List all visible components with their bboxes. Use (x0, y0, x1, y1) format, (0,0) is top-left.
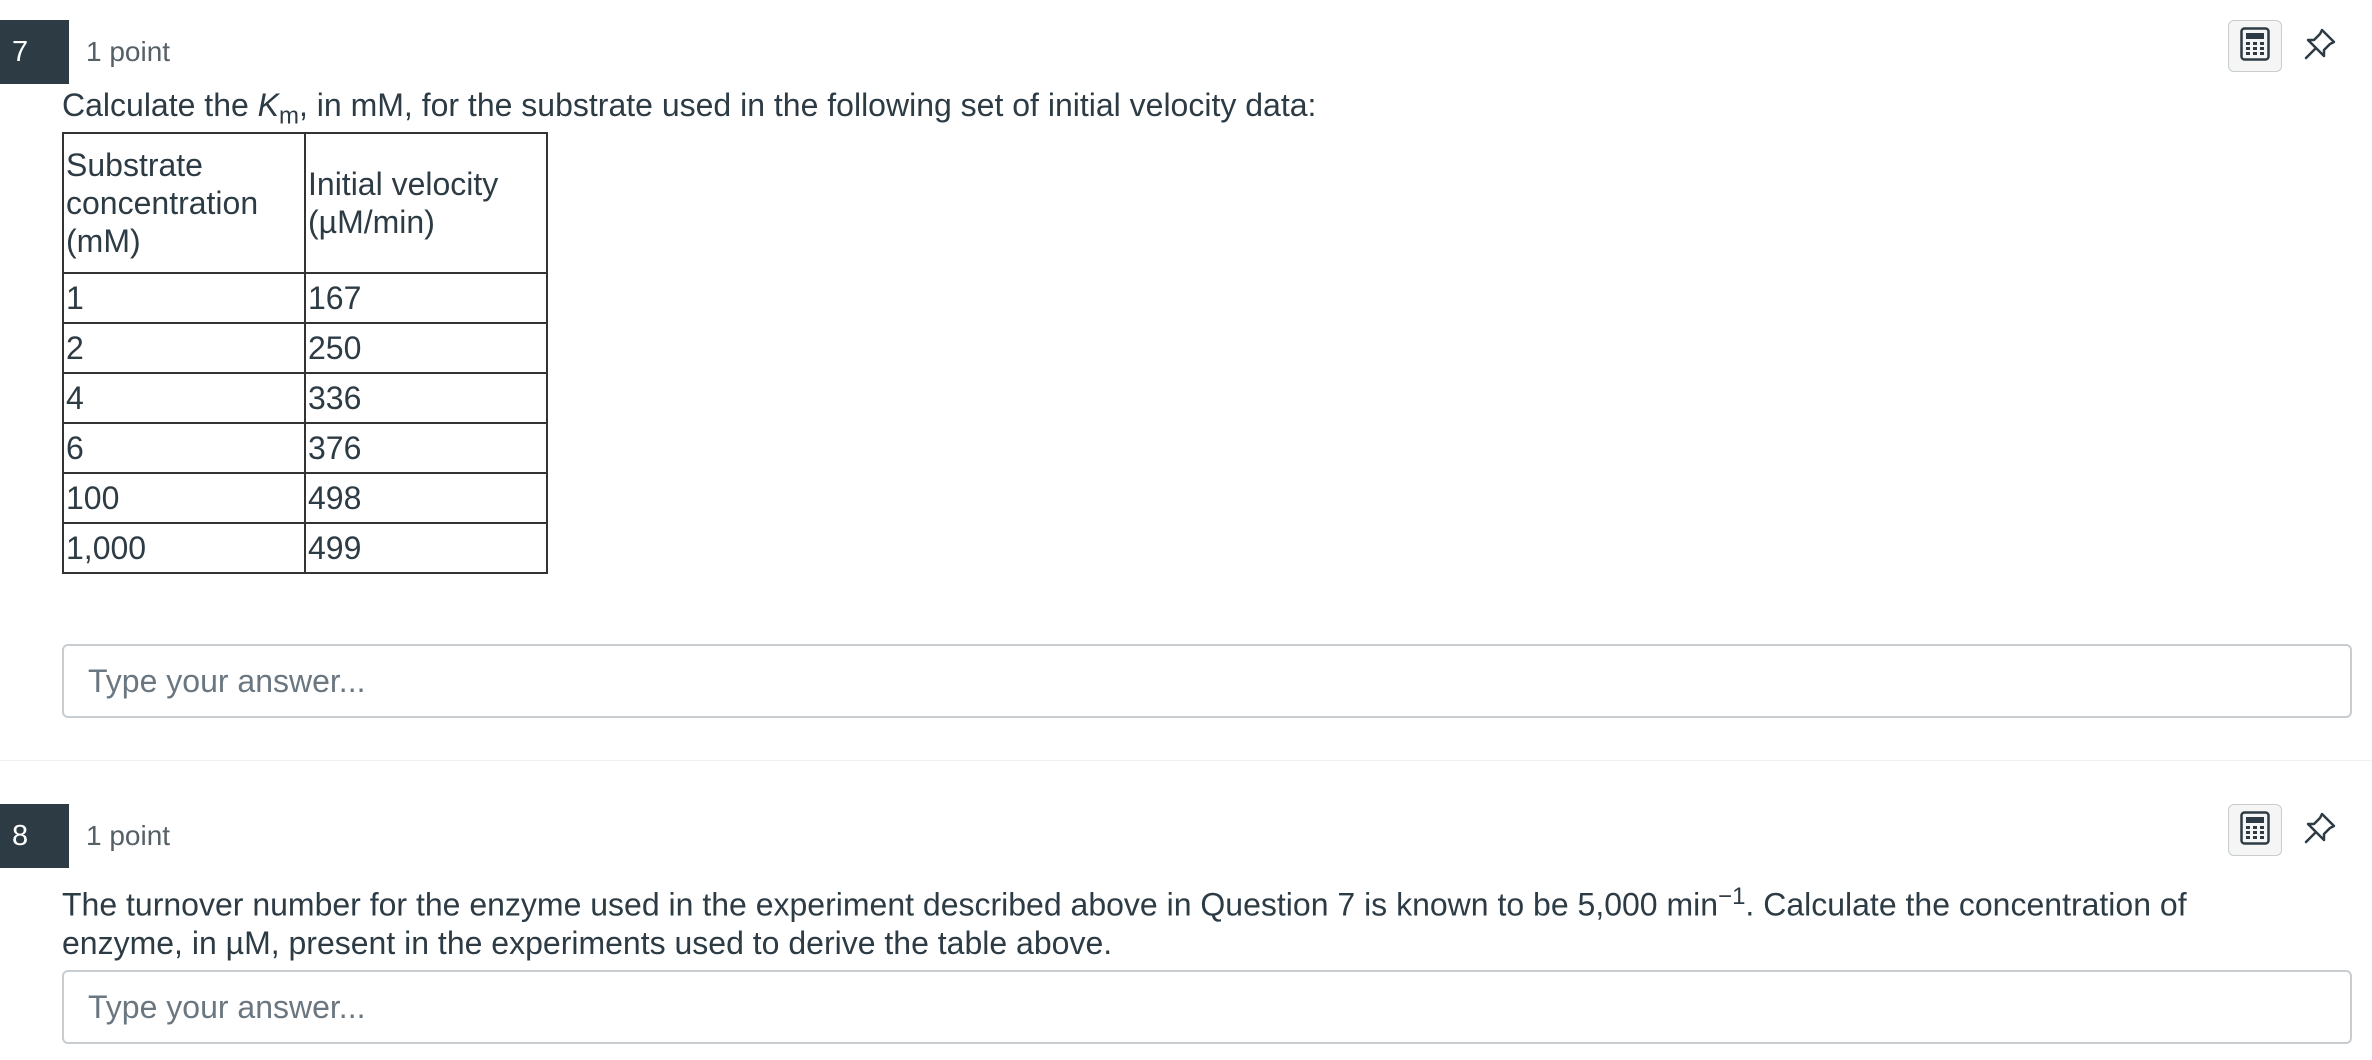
velocity-data-table: Substrate concentration (mM) Initial vel… (62, 132, 548, 574)
km-symbol: K (257, 87, 280, 123)
pin-button[interactable] (2296, 804, 2344, 856)
table-row: 1,000 499 (62, 522, 548, 574)
table-cell: 1,000 (62, 522, 306, 574)
question-points: 1 point (86, 820, 171, 851)
pin-icon (2302, 26, 2338, 67)
table-header-row: Substrate concentration (mM) Initial vel… (62, 132, 548, 274)
table-cell: 336 (304, 372, 548, 424)
table-cell: 250 (304, 322, 548, 374)
question-number: 7 (0, 20, 69, 84)
question-divider (0, 760, 2372, 761)
table-cell: 498 (304, 472, 548, 524)
table-cell: 2 (62, 322, 306, 374)
question-text: The turnover number for the enzyme used … (62, 883, 2187, 961)
question-8: 8 1 point The turnover number for the en… (0, 784, 2372, 1060)
table-cell: 499 (304, 522, 548, 574)
calculator-button[interactable] (2228, 20, 2282, 72)
table-cell: 4 (62, 372, 306, 424)
answer-input[interactable] (62, 644, 2352, 718)
question-7: 7 1 point Calculate the Km, in mM, for t… (0, 0, 2372, 760)
pin-button[interactable] (2296, 20, 2344, 72)
calculator-icon (2240, 810, 2270, 850)
pin-icon (2302, 810, 2338, 851)
table-row: 4 336 (62, 372, 548, 424)
table-cell: 1 (62, 272, 306, 324)
answer-input[interactable] (62, 970, 2352, 1044)
table-cell: 6 (62, 422, 306, 474)
calculator-icon (2240, 26, 2270, 66)
column-header: Substrate concentration (mM) (62, 132, 306, 274)
question-tools (2228, 20, 2344, 72)
column-header: Initial velocity (µM/min) (304, 132, 548, 274)
table-row: 6 376 (62, 422, 548, 474)
table-cell: 167 (304, 272, 548, 324)
question-points: 1 point (86, 36, 171, 67)
question-tools (2228, 804, 2344, 856)
km-subscript: m (279, 102, 300, 130)
question-text: Calculate the Km, in mM, for the substra… (62, 87, 1317, 130)
table-row: 100 498 (62, 472, 548, 524)
table-row: 1 167 (62, 272, 548, 324)
table-row: 2 250 (62, 322, 548, 374)
exponent: −1 (1718, 883, 1746, 910)
calculator-button[interactable] (2228, 804, 2282, 856)
question-number: 8 (0, 804, 69, 868)
table-cell: 376 (304, 422, 548, 474)
table-cell: 100 (62, 472, 306, 524)
